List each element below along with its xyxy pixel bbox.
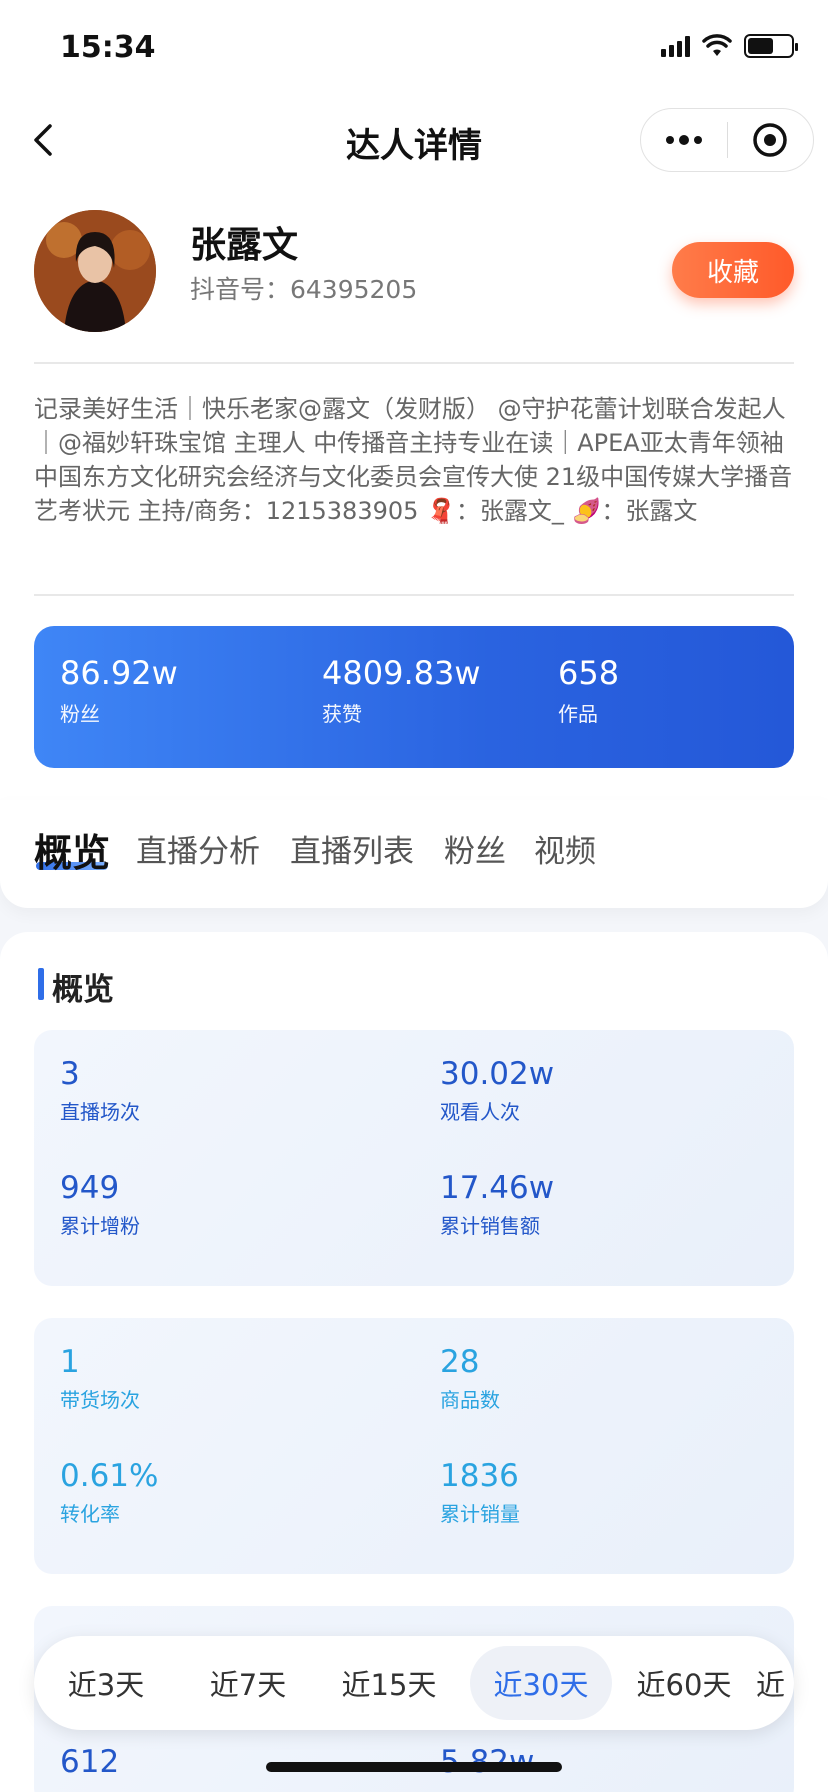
tab-fans[interactable]: 粉丝: [444, 826, 506, 871]
stat-value: 86.92w: [60, 654, 178, 692]
tab-overview[interactable]: 概览: [34, 822, 110, 877]
range-15-days[interactable]: 近15天: [318, 1636, 460, 1730]
more-button[interactable]: [641, 109, 727, 171]
tab-live-list[interactable]: 直播列表: [290, 826, 414, 871]
metric-value-item: 612: [60, 1744, 119, 1780]
metric-label: 商品数: [440, 1388, 500, 1412]
range-60-days[interactable]: 近60天: [612, 1636, 756, 1730]
range-7-days[interactable]: 近7天: [178, 1636, 318, 1730]
metric-value: 0.61%: [60, 1458, 159, 1494]
stat-label: 粉丝: [60, 702, 100, 726]
stats-card: 86.92w 粉丝 4809.83w 获赞 658 作品: [34, 626, 794, 768]
profile-name: 张露文: [190, 225, 299, 266]
metric-label: 累计销量: [440, 1502, 520, 1526]
date-range-selector: 近3天 近7天 近15天 近30天 近60天 近: [34, 1636, 794, 1730]
section-title: 概览: [52, 972, 114, 1008]
metric-live-sessions: 3 直播场次: [60, 1056, 140, 1125]
battery-icon: [744, 34, 798, 58]
status-icons: [661, 34, 798, 58]
wifi-icon: [702, 34, 732, 56]
divider: [34, 594, 794, 596]
section-marker: [38, 968, 44, 1000]
metric-total-sales: 17.46w 累计销售额: [440, 1170, 554, 1239]
stat-label: 作品: [558, 702, 598, 726]
metric-value: 30.02w: [440, 1056, 555, 1092]
metric-label: 直播场次: [60, 1100, 140, 1124]
metric-label: 累计销售额: [440, 1214, 540, 1238]
metric-viewers: 30.02w 观看人次: [440, 1056, 554, 1125]
status-time: 15:34: [60, 30, 156, 65]
metric-value: 3: [60, 1056, 80, 1092]
close-program-button[interactable]: [728, 109, 814, 171]
metric-product-count: 28 商品数: [440, 1344, 500, 1413]
favorite-button[interactable]: 收藏: [672, 242, 794, 298]
range-30-days[interactable]: 近30天: [470, 1646, 612, 1720]
metric-sales-sessions: 1 带货场次: [60, 1344, 140, 1413]
live-metrics-block: 3 直播场次 30.02w 观看人次 949 累计增粉 17.46w 累计销售额: [34, 1030, 794, 1286]
stat-fans: 86.92w 粉丝: [60, 654, 178, 727]
metric-label: 观看人次: [440, 1100, 520, 1124]
stat-works: 658 作品: [558, 654, 619, 727]
signal-icon: [661, 35, 690, 57]
profile-bio: 记录美好生活｜快乐老家@露文（发财版） @守护花蕾计划联合发起人｜@福妙轩珠宝馆…: [34, 395, 793, 525]
sales-metrics-block: 1 带货场次 28 商品数 0.61% 转化率 1836 累计销量: [34, 1318, 794, 1574]
metric-conversion-rate: 0.61% 转化率: [60, 1458, 158, 1527]
metric-label: 转化率: [60, 1502, 120, 1526]
metric-value: 1836: [440, 1458, 519, 1494]
avatar: [34, 210, 156, 332]
metric-value: 612: [60, 1744, 120, 1780]
metric-value: 949: [60, 1170, 120, 1206]
tabs-panel: [0, 800, 828, 908]
divider: [34, 362, 794, 364]
metric-label: 累计增粉: [60, 1214, 140, 1238]
tab-videos[interactable]: 视频: [534, 826, 596, 871]
metric-value: 28: [440, 1344, 480, 1380]
more-dots-icon: [665, 135, 702, 145]
metric-followers-gained: 949 累计增粉: [60, 1170, 140, 1239]
tab-live-analysis[interactable]: 直播分析: [136, 826, 260, 871]
stat-likes: 4809.83w 获赞: [322, 654, 481, 727]
range-3-days[interactable]: 近3天: [34, 1636, 178, 1730]
stat-label: 获赞: [322, 702, 362, 726]
range-more[interactable]: 近: [756, 1636, 794, 1730]
douyin-id: 抖音号：64395205: [190, 275, 418, 304]
stat-value: 4809.83w: [322, 654, 481, 692]
metric-value: 17.46w: [440, 1170, 555, 1206]
mini-program-capsule: [640, 108, 814, 172]
target-circle-icon: [753, 123, 787, 157]
home-indicator: [266, 1762, 562, 1772]
metric-label: 带货场次: [60, 1388, 140, 1412]
stat-value: 658: [558, 654, 620, 692]
metric-value: 1: [60, 1344, 80, 1380]
metric-total-units: 1836 累计销量: [440, 1458, 520, 1527]
